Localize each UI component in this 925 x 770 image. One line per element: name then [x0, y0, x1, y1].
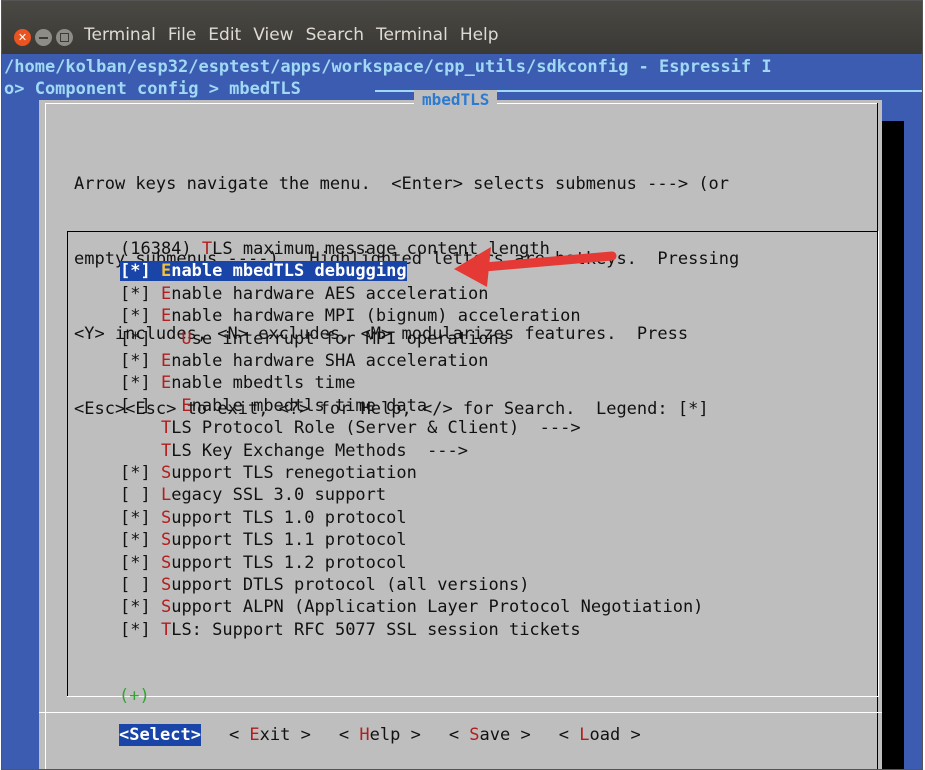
menu-view[interactable]: View [253, 25, 293, 45]
menu-terminal[interactable]: Terminal [376, 25, 448, 45]
terminal-area[interactable]: /home/kolban/esp32/esptest/apps/workspac… [2, 54, 922, 769]
close-window-button[interactable]: ✕ [14, 29, 31, 46]
title-bar: ✕ Terminal File Edit View Search Termina… [2, 1, 922, 54]
annotation-arrow [454, 247, 617, 287]
minimize-window-button[interactable] [35, 29, 52, 46]
menu-help[interactable]: Help [460, 25, 499, 45]
maximize-window-button[interactable] [56, 29, 73, 46]
menu-search[interactable]: Search [306, 25, 364, 45]
menu-edit[interactable]: Edit [208, 25, 241, 45]
menu-bar: Terminal File Edit View Search Terminal … [84, 25, 499, 45]
terminal-window: ✕ Terminal File Edit View Search Termina… [1, 0, 923, 770]
menu-terminal-app[interactable]: Terminal [84, 25, 156, 45]
menu-file[interactable]: File [168, 25, 196, 45]
arrow-shaft [479, 251, 617, 272]
